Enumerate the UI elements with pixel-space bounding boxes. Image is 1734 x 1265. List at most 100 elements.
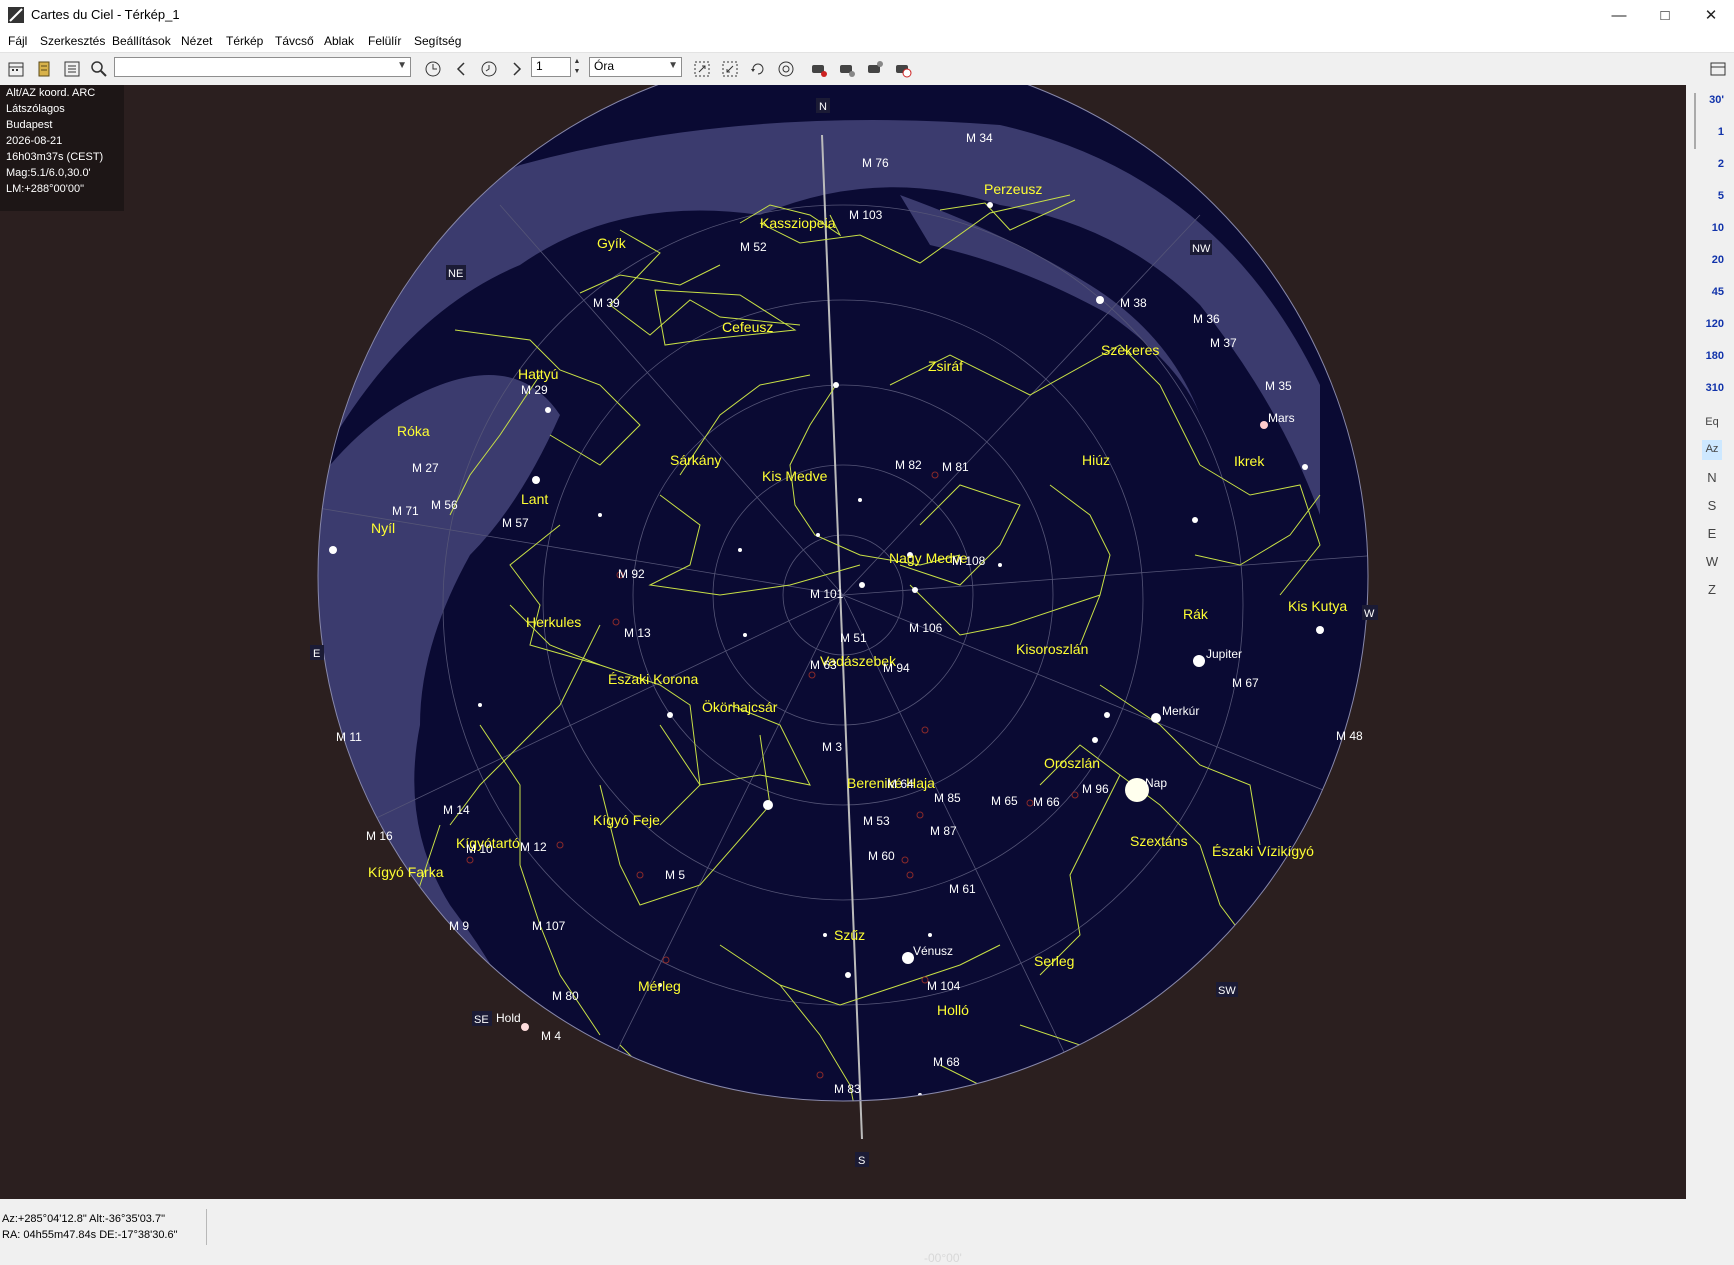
info-limit: LM:+288°00'00"	[6, 183, 84, 195]
info-time: 16h03m37s (CEST)	[6, 151, 104, 163]
object-label: M 107	[532, 919, 566, 933]
menu-override[interactable]: Felülír	[368, 34, 401, 48]
object-label: M 96	[1082, 782, 1109, 796]
close-button[interactable]: ✕	[1688, 0, 1734, 30]
object-label: M 65	[991, 794, 1018, 808]
object-label: M 35	[1265, 379, 1292, 393]
object-label: M 11	[336, 730, 362, 744]
object-label: M 60	[868, 849, 895, 863]
object-label: M 34	[966, 131, 993, 145]
object-label: M 101	[810, 587, 844, 601]
constellation-label: Kígyó Farka	[368, 864, 444, 880]
time-step-spinner[interactable]: ▲ ▼	[571, 57, 583, 77]
menu-view[interactable]: Nézet	[181, 34, 212, 48]
north-view-icon[interactable]: N	[1702, 470, 1722, 490]
fov-button[interactable]: 1	[1718, 126, 1724, 138]
menu-settings[interactable]: Beállítások	[112, 34, 171, 48]
panel-toggle-icon[interactable]	[1709, 60, 1727, 78]
object-label: M 38	[1120, 296, 1147, 310]
west-view-icon[interactable]: W	[1702, 554, 1722, 574]
info-mode: Látszólagos	[6, 103, 65, 115]
spin-up-icon[interactable]: ▲	[571, 57, 583, 67]
fov-button[interactable]: 120	[1706, 318, 1724, 330]
fov-button[interactable]: 310	[1706, 382, 1724, 394]
close-icon: ✕	[1704, 7, 1718, 24]
clock-icon[interactable]	[424, 60, 442, 78]
calendar-icon[interactable]	[7, 60, 25, 78]
object-label: M 51	[840, 631, 867, 645]
sidebar-divider	[1694, 93, 1696, 149]
sky-chart-canvas[interactable]: N NE E SE S SW W NW Kassziopeia Perzeusz…	[0, 85, 1686, 1199]
constellation-label: Cefeusz	[722, 319, 773, 335]
constellation-label: Nyíl	[371, 520, 395, 536]
planet-label: Jupiter	[1206, 647, 1242, 661]
object-label: M 103	[849, 208, 883, 222]
east-view-icon[interactable]: E	[1702, 526, 1722, 546]
fov-button[interactable]: 20	[1712, 254, 1724, 266]
step-back-icon[interactable]	[452, 60, 470, 78]
object-label: M 37	[1210, 336, 1237, 350]
telescope-abort-icon[interactable]	[894, 60, 912, 78]
south-view-icon[interactable]: S	[1702, 498, 1722, 518]
menu-help[interactable]: Segítség	[414, 34, 461, 48]
center-icon[interactable]	[777, 60, 795, 78]
menu-telescope[interactable]: Távcső	[275, 34, 314, 48]
object-label: M 39	[593, 296, 620, 310]
menu-file[interactable]: Fájl	[8, 34, 27, 48]
object-label: M 57	[502, 516, 529, 530]
altaz-grid-icon[interactable]: Az	[1702, 440, 1722, 460]
direction-south: S	[858, 1155, 865, 1167]
time-step-input[interactable]: 1	[531, 57, 571, 77]
object-label: M 4	[541, 1029, 561, 1043]
object-label: M 53	[863, 814, 890, 828]
catalog-icon[interactable]	[35, 60, 53, 78]
constellation-label: Ökörhajcsár	[702, 698, 778, 715]
telescope-sync-icon[interactable]	[866, 60, 884, 78]
now-icon[interactable]	[480, 60, 498, 78]
menu-chart[interactable]: Térkép	[226, 34, 263, 48]
telescope-connect-icon[interactable]	[810, 60, 828, 78]
object-label: M 64	[887, 777, 914, 791]
info-date: 2026-08-21	[6, 135, 63, 147]
chevron-down-icon[interactable]: ▼	[668, 60, 678, 71]
equatorial-grid-icon[interactable]: Eq	[1702, 413, 1722, 433]
object-label: M 14	[443, 803, 470, 817]
center-coordinate: -00°00'	[924, 1251, 962, 1265]
minimize-button[interactable]: —	[1596, 0, 1642, 30]
object-label: M 9	[449, 919, 469, 933]
chevron-down-icon[interactable]: ▼	[397, 60, 407, 71]
spin-down-icon[interactable]: ▼	[571, 67, 583, 77]
menu-edit[interactable]: Szerkesztés	[40, 34, 105, 48]
search-icon[interactable]	[90, 60, 108, 78]
fov-button[interactable]: 5	[1718, 190, 1724, 202]
constellation-label: Ikrek	[1234, 453, 1265, 469]
fov-button[interactable]: 30'	[1709, 94, 1724, 106]
fov-button[interactable]: 180	[1706, 350, 1724, 362]
object-label: M 76	[862, 156, 889, 170]
constellation-label: Kis Kutya	[1288, 598, 1347, 614]
constellation-label: Sárkány	[670, 452, 721, 468]
zoom-in-icon[interactable]	[693, 60, 711, 78]
fov-button[interactable]: 2	[1718, 158, 1724, 170]
object-label: M 13	[624, 626, 651, 640]
zenith-view-icon[interactable]: Z	[1702, 582, 1722, 602]
constellation-label: Lant	[521, 491, 548, 507]
fov-button[interactable]: 45	[1712, 286, 1724, 298]
rotate-icon[interactable]	[749, 60, 767, 78]
direction-west: W	[1364, 608, 1375, 620]
menu-window[interactable]: Ablak	[324, 34, 354, 48]
step-forward-icon[interactable]	[508, 60, 526, 78]
object-label: M 66	[1033, 795, 1060, 809]
maximize-button[interactable]: □	[1642, 0, 1688, 30]
fov-button[interactable]: 10	[1712, 222, 1724, 234]
search-input[interactable]: ▼	[114, 57, 411, 77]
zoom-out-icon[interactable]	[721, 60, 739, 78]
object-label: M 106	[909, 621, 943, 635]
time-unit-select[interactable]: Óra ▼	[589, 57, 682, 77]
object-list-icon[interactable]	[63, 60, 81, 78]
telescope-slew-icon[interactable]	[838, 60, 856, 78]
object-label: M 82	[895, 458, 922, 472]
constellation-label: Perzeusz	[984, 181, 1042, 197]
object-label: M 52	[740, 240, 767, 254]
sky-chart[interactable]: N NE E SE S SW W NW Kassziopeia Perzeusz…	[0, 85, 1686, 1265]
